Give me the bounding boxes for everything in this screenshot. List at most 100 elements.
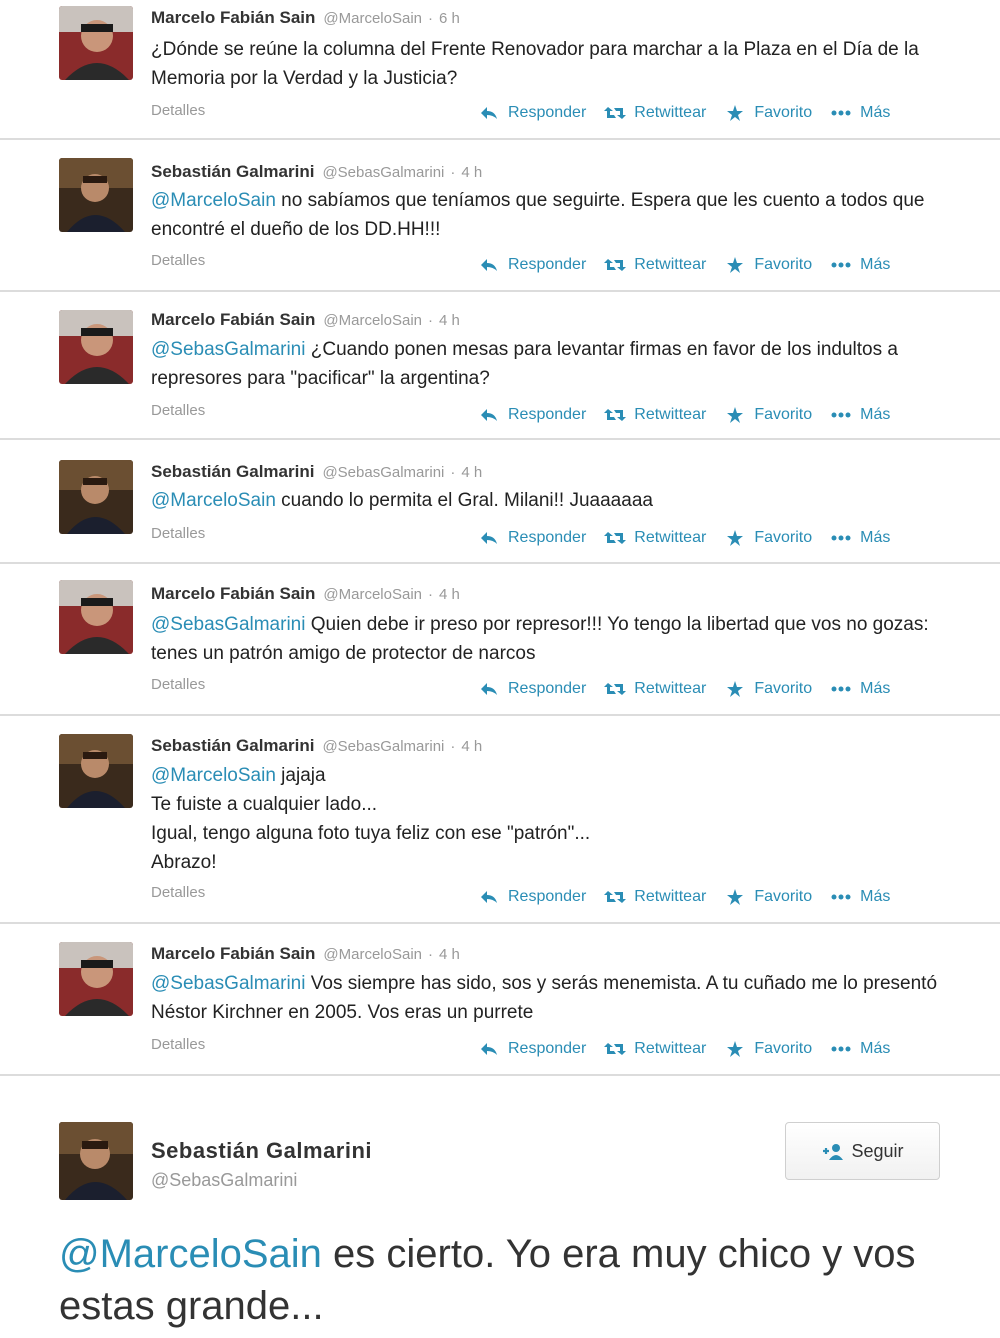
details-link[interactable]: Detalles bbox=[151, 252, 205, 269]
mention-link[interactable]: @MarceloSain bbox=[151, 765, 276, 786]
author-handle[interactable]: @MarceloSain bbox=[323, 946, 422, 963]
tweet-actions: Responder Retwittear Favorito Más bbox=[478, 104, 890, 122]
avatar-galmarini[interactable] bbox=[59, 734, 133, 808]
favorite-button[interactable]: Favorito bbox=[724, 529, 812, 547]
more-label: Más bbox=[860, 256, 891, 273]
favorite-button[interactable]: Favorito bbox=[724, 1040, 812, 1058]
reply-button[interactable]: Responder bbox=[478, 406, 586, 424]
reply-button[interactable]: Responder bbox=[478, 1040, 586, 1058]
retweet-button[interactable]: Retwittear bbox=[604, 529, 706, 547]
tweet-time[interactable]: 4 h bbox=[461, 464, 482, 481]
author-name[interactable]: Sebastián Galmarini bbox=[151, 162, 314, 181]
reply-icon bbox=[478, 1041, 500, 1057]
retweet-button[interactable]: Retwittear bbox=[604, 256, 706, 274]
retweet-button[interactable]: Retwittear bbox=[604, 888, 706, 906]
mention-link[interactable]: @MarceloSain bbox=[151, 190, 276, 211]
author-handle[interactable]: @MarceloSain bbox=[323, 10, 422, 27]
reply-icon bbox=[478, 257, 500, 273]
follow-button[interactable]: Seguir bbox=[785, 1122, 940, 1180]
favorite-button[interactable]: Favorito bbox=[724, 104, 812, 122]
author-name[interactable]: Sebastián Galmarini bbox=[151, 736, 314, 755]
more-button[interactable]: Más bbox=[830, 104, 890, 122]
tweet-text: @MarceloSain jajaja Te fuiste a cualquie… bbox=[151, 761, 951, 877]
mention-link[interactable]: @MarceloSain bbox=[59, 1232, 322, 1276]
separator-dot: · bbox=[428, 946, 433, 963]
more-button[interactable]: Más bbox=[830, 406, 890, 424]
details-link[interactable]: Detalles bbox=[151, 884, 205, 901]
favorite-button[interactable]: Favorito bbox=[724, 680, 812, 698]
retweet-button[interactable]: Retwittear bbox=[604, 680, 706, 698]
avatar-sain[interactable] bbox=[59, 942, 133, 1016]
avatar-galmarini[interactable] bbox=[59, 460, 133, 534]
details-link[interactable]: Detalles bbox=[151, 525, 205, 542]
mention-link[interactable]: @MarceloSain bbox=[151, 490, 276, 511]
tweet-time[interactable]: 4 h bbox=[439, 586, 460, 603]
details-link[interactable]: Detalles bbox=[151, 102, 205, 119]
reply-button[interactable]: Responder bbox=[478, 529, 586, 547]
retweet-button[interactable]: Retwittear bbox=[604, 104, 706, 122]
avatar-galmarini[interactable] bbox=[59, 158, 133, 232]
favorite-button[interactable]: Favorito bbox=[724, 256, 812, 274]
more-label: Más bbox=[860, 888, 891, 905]
more-button[interactable]: Más bbox=[830, 529, 890, 547]
more-dots-icon bbox=[830, 257, 852, 273]
author-handle[interactable]: @MarceloSain bbox=[323, 586, 422, 603]
retweet-label: Retwittear bbox=[634, 888, 707, 905]
tweet-text: @MarceloSain no sabíamos que teníamos qu… bbox=[151, 186, 951, 244]
tweet-time[interactable]: 4 h bbox=[461, 164, 482, 181]
more-button[interactable]: Más bbox=[830, 1040, 890, 1058]
featured-tweet: Sebastián Galmarini @SebasGalmarini Segu… bbox=[0, 1080, 1000, 1338]
retweet-button[interactable]: Retwittear bbox=[604, 406, 706, 424]
avatar-sain[interactable] bbox=[59, 6, 133, 80]
more-button[interactable]: Más bbox=[830, 888, 890, 906]
tweet-time[interactable]: 4 h bbox=[461, 738, 482, 755]
tweet: Marcelo Fabián Sain @MarceloSain · 4 h @Seb… bbox=[0, 566, 1000, 716]
avatar-sain[interactable] bbox=[59, 580, 133, 654]
star-icon bbox=[724, 105, 746, 121]
details-link[interactable]: Detalles bbox=[151, 676, 205, 693]
tweet-header: Sebastián Galmarini @SebasGalmarini · 4 h bbox=[151, 162, 482, 182]
mention-link[interactable]: @SebasGalmarini bbox=[151, 614, 305, 635]
author-handle[interactable]: @SebasGalmarini bbox=[322, 164, 444, 181]
reply-label: Responder bbox=[508, 256, 587, 273]
author-handle[interactable]: @MarceloSain bbox=[323, 312, 422, 329]
author-handle[interactable]: @SebasGalmarini bbox=[151, 1170, 297, 1191]
reply-button[interactable]: Responder bbox=[478, 680, 586, 698]
more-button[interactable]: Más bbox=[830, 256, 890, 274]
details-link[interactable]: Detalles bbox=[151, 1036, 205, 1053]
more-button[interactable]: Más bbox=[830, 680, 890, 698]
retweet-icon bbox=[604, 530, 627, 546]
retweet-icon bbox=[604, 257, 627, 273]
reply-button[interactable]: Responder bbox=[478, 104, 586, 122]
author-name[interactable]: Marcelo Fabián Sain bbox=[151, 310, 315, 329]
author-name[interactable]: Marcelo Fabián Sain bbox=[151, 584, 315, 603]
tweet-text: @SebasGalmarini ¿Cuando ponen mesas para… bbox=[151, 335, 951, 393]
reply-button[interactable]: Responder bbox=[478, 888, 586, 906]
avatar-galmarini[interactable] bbox=[59, 1122, 133, 1200]
avatar-sain[interactable] bbox=[59, 310, 133, 384]
retweet-button[interactable]: Retwittear bbox=[604, 1040, 706, 1058]
mention-link[interactable]: @SebasGalmarini bbox=[151, 339, 305, 360]
details-link[interactable]: Detalles bbox=[151, 402, 205, 419]
follow-label: Seguir bbox=[851, 1140, 904, 1161]
author-name[interactable]: Sebastián Galmarini bbox=[151, 462, 314, 481]
author-handle[interactable]: @SebasGalmarini bbox=[322, 738, 444, 755]
author-name[interactable]: Marcelo Fabián Sain bbox=[151, 8, 315, 27]
tweet-header: Sebastián Galmarini @SebasGalmarini · 4 h bbox=[151, 736, 482, 756]
reply-label: Responder bbox=[508, 888, 587, 905]
author-name[interactable]: Sebastián Galmarini bbox=[151, 1138, 372, 1164]
reply-button[interactable]: Responder bbox=[478, 256, 586, 274]
more-label: Más bbox=[860, 104, 891, 121]
tweet: Sebastián Galmarini @SebasGalmarini · 4 h @… bbox=[0, 142, 1000, 292]
author-name[interactable]: Marcelo Fabián Sain bbox=[151, 944, 315, 963]
author-handle[interactable]: @SebasGalmarini bbox=[322, 464, 444, 481]
favorite-button[interactable]: Favorito bbox=[724, 406, 812, 424]
tweet-time[interactable]: 4 h bbox=[439, 312, 460, 329]
tweet-header: Marcelo Fabián Sain @MarceloSain · 4 h bbox=[151, 584, 460, 604]
tweet-time[interactable]: 6 h bbox=[439, 10, 460, 27]
more-label: Más bbox=[860, 406, 891, 423]
favorite-button[interactable]: Favorito bbox=[724, 888, 812, 906]
mention-link[interactable]: @SebasGalmarini bbox=[151, 973, 305, 994]
tweet-time[interactable]: 4 h bbox=[439, 946, 460, 963]
separator-dot: · bbox=[428, 586, 433, 603]
